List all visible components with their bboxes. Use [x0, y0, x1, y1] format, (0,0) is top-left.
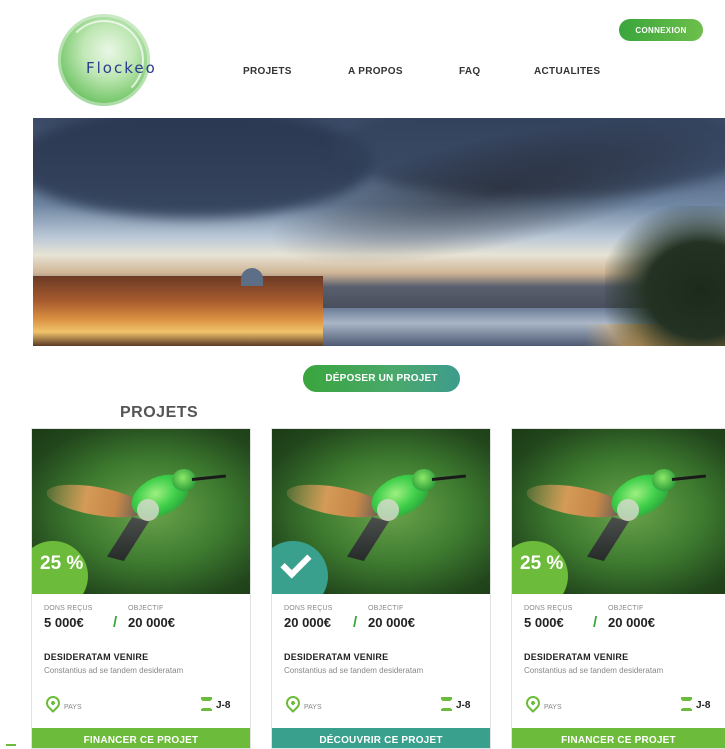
location-pin-icon [43, 693, 63, 713]
project-description: Constantius ad se tandem desideratam [44, 666, 184, 675]
project-card[interactable]: 25 % DONS REÇUS OBJECTIF 5 000€ / 20 000… [31, 428, 251, 749]
project-description: Constantius ad se tandem desideratam [524, 666, 664, 675]
hummingbird-beak [671, 474, 706, 481]
nav-a-propos[interactable]: A PROPOS [348, 66, 403, 77]
hummingbird-tail [107, 517, 149, 561]
logo-text: Flockeo [86, 59, 157, 77]
received-value: 20 000€ [284, 615, 331, 630]
goal-value: 20 000€ [608, 615, 655, 630]
nav-actualites[interactable]: ACTUALITES [534, 66, 600, 77]
goal-label: OBJECTIF [128, 605, 164, 612]
goal-label: OBJECTIF [368, 605, 404, 612]
days-left: J-8 [216, 700, 231, 711]
project-location: PAYS [64, 704, 82, 711]
hero-city-buildings [33, 276, 323, 346]
received-value: 5 000€ [44, 615, 84, 630]
hummingbird-tail [347, 517, 389, 561]
project-card[interactable]: 25 % DONS REÇUS OBJECTIF 5 000€ / 20 000… [511, 428, 725, 749]
hero-dome [241, 268, 263, 286]
location-pin-icon [283, 693, 303, 713]
project-image [272, 429, 490, 594]
location-pin-icon [523, 693, 543, 713]
fund-project-button[interactable]: FINANCER CE PROJET [512, 728, 725, 748]
hummingbird-beak [431, 474, 466, 481]
received-label: DONS REÇUS [44, 605, 93, 612]
goal-value: 20 000€ [128, 615, 175, 630]
project-title: DESIDERATAM VENIRE [284, 652, 389, 662]
project-title: DESIDERATAM VENIRE [44, 652, 149, 662]
days-left: J-8 [696, 700, 711, 711]
discover-project-button[interactable]: DÉCOUVRIR CE PROJET [272, 728, 490, 748]
project-image: 25 % [512, 429, 725, 594]
login-button[interactable]: CONNEXION [619, 19, 703, 41]
nav-faq[interactable]: FAQ [459, 66, 480, 77]
hero-banner-image [33, 118, 725, 346]
project-description: Constantius ad se tandem desideratam [284, 666, 424, 675]
hourglass-icon [201, 697, 212, 711]
fund-project-button[interactable]: FINANCER CE PROJET [32, 728, 250, 748]
hummingbird-belly [617, 499, 639, 521]
days-left: J-8 [456, 700, 471, 711]
hourglass-icon [441, 697, 452, 711]
project-image: 25 % [32, 429, 250, 594]
project-location: PAYS [544, 704, 562, 711]
project-location: PAYS [304, 704, 322, 711]
deposit-project-button[interactable]: DÉPOSER UN PROJET [303, 365, 460, 392]
hourglass-icon [681, 697, 692, 711]
nav-projets[interactable]: PROJETS [243, 66, 292, 77]
project-title: DESIDERATAM VENIRE [524, 652, 629, 662]
hummingbird-beak [191, 474, 226, 481]
goal-label: OBJECTIF [608, 605, 644, 612]
hero-trees [605, 206, 725, 346]
check-icon [280, 547, 312, 579]
hummingbird-belly [377, 499, 399, 521]
projects-title: PROJETS [120, 404, 199, 421]
received-label: DONS REÇUS [284, 605, 333, 612]
hummingbird-tail [587, 517, 629, 561]
progress-badge: 25 % [32, 541, 88, 594]
project-card[interactable]: DONS REÇUS OBJECTIF 20 000€ / 20 000€ DE… [271, 428, 491, 749]
funded-check-badge [272, 541, 328, 594]
received-value: 5 000€ [524, 615, 564, 630]
corner-accent [6, 744, 16, 746]
progress-badge: 25 % [512, 541, 568, 594]
received-label: DONS REÇUS [524, 605, 573, 612]
separator-slash: / [113, 614, 118, 631]
separator-slash: / [353, 614, 358, 631]
separator-slash: / [593, 614, 598, 631]
hummingbird-belly [137, 499, 159, 521]
goal-value: 20 000€ [368, 615, 415, 630]
